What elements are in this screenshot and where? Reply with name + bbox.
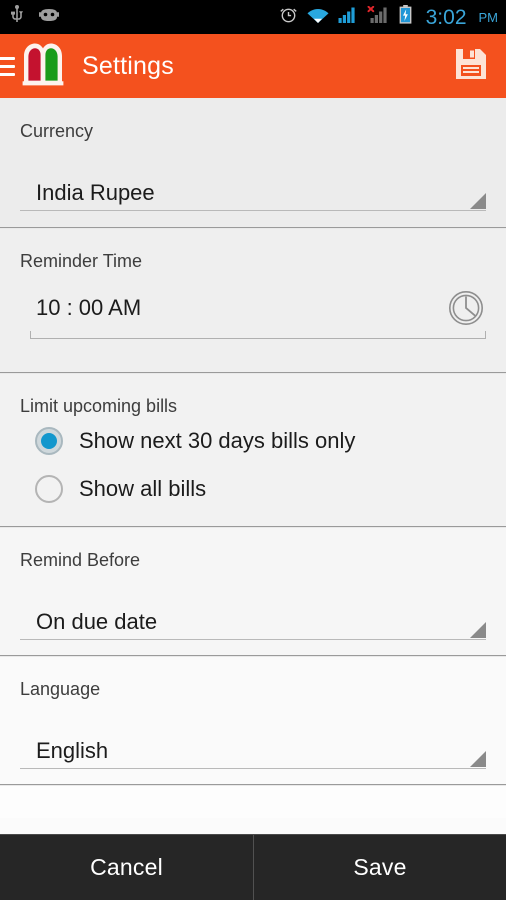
language-label: Language [20, 679, 101, 699]
app-screen: 3:02 PM Settings Currency India Rupee Re… [0, 0, 506, 900]
radio-label: Show all bills [79, 476, 207, 501]
hamburger-bar [0, 64, 15, 68]
status-bar-ampm: PM [478, 9, 499, 25]
limit-upcoming-bills-label: Limit upcoming bills [20, 396, 178, 416]
hamburger-menu-icon[interactable] [0, 56, 15, 76]
hamburger-bar [0, 72, 15, 76]
setting-currency: Currency India Rupee [0, 98, 506, 227]
alarm-icon [279, 5, 298, 29]
status-bar-clock: 3:02 [425, 5, 467, 29]
cancel-button[interactable]: Cancel [0, 835, 253, 900]
spinner-triangle-icon [470, 751, 486, 767]
status-bar: 3:02 PM [0, 0, 506, 34]
spinner-triangle-icon [470, 193, 486, 209]
floppy-disk-save-icon[interactable] [454, 47, 488, 86]
signal-no-sim-icon [367, 5, 390, 28]
reminder-time-value: 10 : 00 AM [36, 295, 142, 320]
currency-label: Currency [20, 121, 94, 141]
spinner-triangle-icon [470, 622, 486, 638]
language-value: English [36, 738, 109, 763]
open-book-logo [20, 41, 66, 92]
radio-label: Show next 30 days bills only [79, 428, 356, 453]
content-tail-spacer [0, 784, 506, 818]
language-spinner[interactable]: English [20, 725, 486, 769]
status-bar-left-icons [10, 5, 60, 29]
setting-reminder-time: Reminder Time 10 : 00 AM [0, 227, 506, 372]
remind-before-spinner[interactable]: On due date [20, 596, 486, 640]
reminder-time-field[interactable]: 10 : 00 AM [20, 287, 486, 339]
wifi-icon [307, 6, 329, 28]
action-bar: Settings [0, 34, 506, 100]
setting-remind-before: Remind Before On due date [0, 526, 506, 655]
time-field-underline [30, 331, 486, 339]
battery-charging-icon [399, 5, 412, 29]
bottom-button-bar: Cancel Save [0, 834, 506, 900]
remind-before-label: Remind Before [20, 550, 141, 570]
radio-option-all-bills[interactable]: Show all bills [20, 467, 486, 511]
usb-icon [10, 5, 24, 29]
remind-before-value: On due date [36, 609, 158, 634]
reminder-time-label: Reminder Time [20, 251, 143, 271]
radio-button-selected-icon[interactable] [35, 427, 63, 455]
radio-option-next-30-days[interactable]: Show next 30 days bills only [20, 419, 486, 463]
radio-button-unselected-icon[interactable] [35, 475, 63, 503]
page-title: Settings [82, 51, 174, 80]
setting-language: Language English [0, 655, 506, 784]
setting-limit-upcoming-bills: Limit upcoming bills Show next 30 days b… [0, 372, 506, 526]
save-button[interactable]: Save [253, 835, 506, 900]
clock-icon[interactable] [448, 290, 484, 331]
android-debug-icon [38, 7, 60, 28]
currency-spinner[interactable]: India Rupee [20, 167, 486, 211]
signal-icon [338, 6, 358, 28]
settings-content: Currency India Rupee Reminder Time 10 : … [0, 98, 506, 834]
status-bar-right-icons: 3:02 PM [279, 5, 498, 29]
hamburger-bar [0, 56, 15, 60]
currency-value: India Rupee [36, 180, 155, 205]
